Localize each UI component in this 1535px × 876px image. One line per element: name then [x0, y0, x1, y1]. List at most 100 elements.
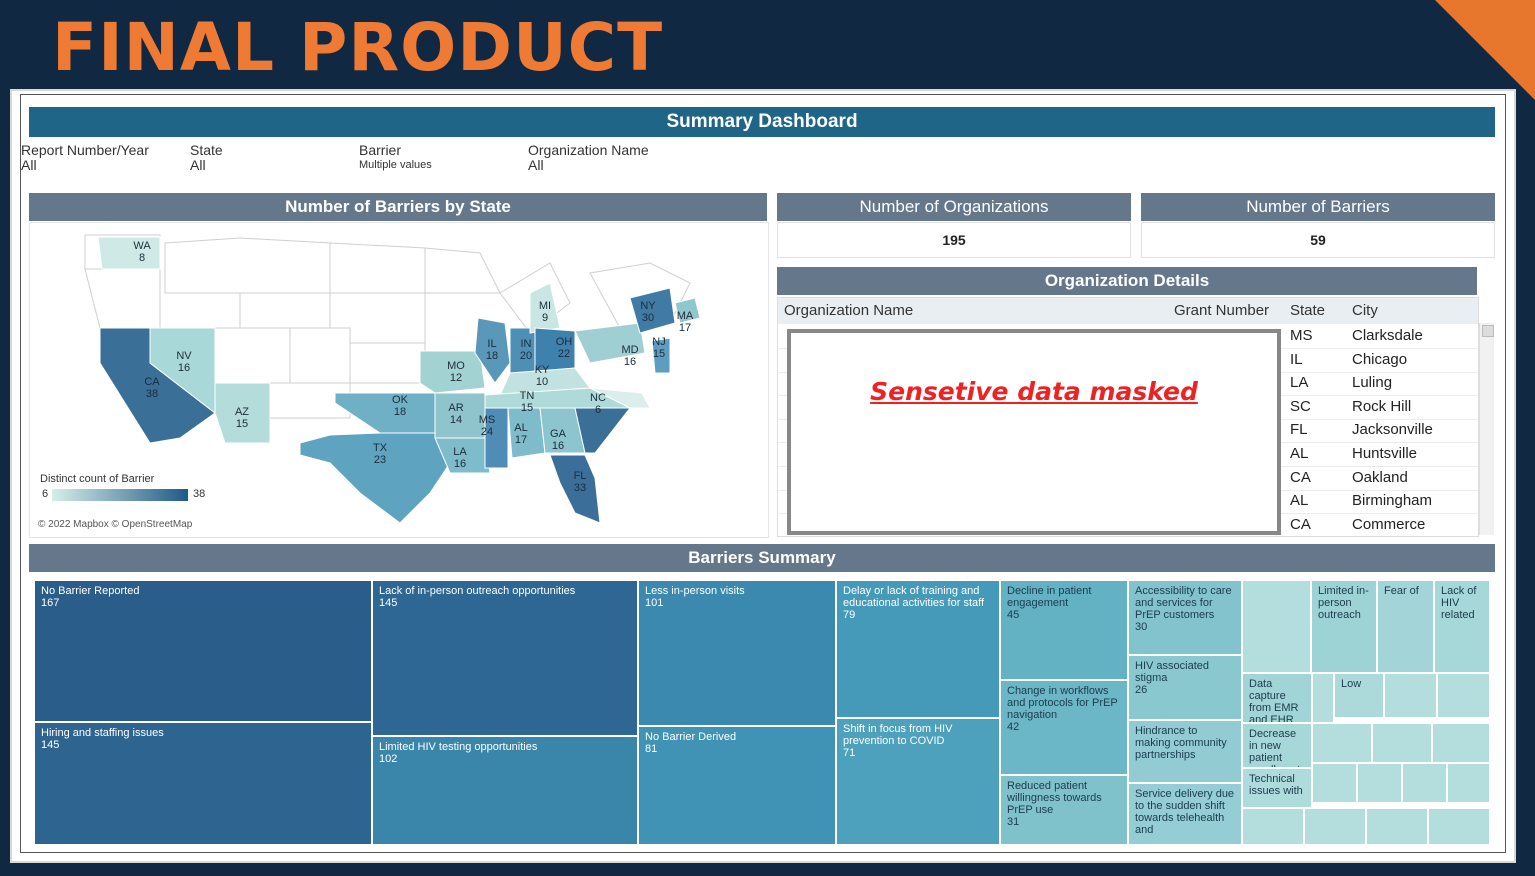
state-code-ny: NY [640, 300, 656, 312]
treemap-tile[interactable]: No Barrier Derived 81 [638, 726, 836, 845]
state-value-ar: 14 [450, 414, 462, 426]
treemap-tile[interactable]: Accessibility to care and services for P… [1128, 580, 1242, 655]
tile-label: Lack of in-person outreach opportunities [379, 585, 576, 597]
treemap-tile[interactable]: Reduced patient willingness towards PrEP… [1000, 775, 1128, 845]
state-code-il: IL [487, 338, 496, 350]
treemap-tile[interactable]: Limited in-person outreach [1311, 580, 1377, 673]
state-value-la: 16 [454, 458, 466, 470]
map-credit[interactable]: © 2022 Mapbox © OpenStreetMap [38, 519, 192, 530]
treemap-tile[interactable]: Decrease in new patient enrollment [1242, 723, 1312, 768]
treemap-tile[interactable]: Less in-person visits 101 [638, 580, 836, 726]
state-code-ca: CA [144, 376, 160, 388]
tile-value: 71 [843, 747, 856, 759]
treemap-tile-small[interactable] [1402, 763, 1447, 803]
treemap-tile[interactable]: Lack of HIV related [1434, 580, 1490, 673]
state-value-ca: 38 [146, 388, 158, 400]
cell-city: Chicago [1352, 351, 1408, 368]
filter-report-number[interactable]: Report Number/Year All [21, 143, 149, 173]
scrollbar-thumb[interactable] [1482, 325, 1494, 337]
treemap-tile[interactable]: Technical issues with [1242, 768, 1312, 808]
cell-city: Rock Hill [1352, 398, 1412, 415]
state-code-ky: KY [535, 364, 550, 376]
treemap-tile-small[interactable] [1242, 808, 1304, 845]
treemap-tile-small[interactable] [1312, 723, 1372, 763]
cell-state: AL [1290, 492, 1309, 509]
cell-state: MS [1290, 327, 1313, 344]
filter-state[interactable]: State All [190, 143, 223, 173]
treemap-tile[interactable]: Change in workflows and protocols for Pr… [1000, 680, 1128, 775]
treemap-tile[interactable]: Hindrance to making community partnershi… [1128, 720, 1242, 783]
treemap-tile[interactable]: No Barrier Reported 167 [34, 580, 372, 722]
barriers-treemap[interactable]: No Barrier Reported 167 Hiring and staffin… [34, 580, 1490, 845]
treemap-tile-small[interactable] [1304, 808, 1366, 845]
treemap-tile[interactable]: Service delivery due to the sudden shift… [1128, 783, 1242, 845]
treemap-tile[interactable]: Fear of [1377, 580, 1434, 673]
column-grant-number[interactable]: Grant Number [1174, 298, 1269, 324]
dashboard-canvas: Summary Dashboard Report Number/Year All… [20, 94, 1506, 853]
state-value-oh: 22 [558, 348, 570, 360]
treemap-tile-small[interactable] [1242, 580, 1311, 673]
state-value-nc: 6 [595, 404, 601, 416]
state-value-ga: 16 [552, 440, 564, 452]
cell-city: Commerce [1352, 516, 1426, 533]
state-value-mo: 12 [450, 372, 462, 384]
filter-value[interactable]: All [190, 158, 223, 173]
column-state[interactable]: State [1290, 298, 1325, 324]
kpi-organizations-value: 195 [777, 222, 1131, 258]
tile-value: 42 [1007, 721, 1020, 733]
map-title: Number of Barriers by State [29, 193, 767, 221]
tile-value: 145 [379, 597, 398, 609]
state-code-la: LA [453, 446, 467, 458]
cell-city: Huntsville [1352, 445, 1418, 462]
barriers-by-state-map[interactable]: WA 8 NV 16 CA 38 AZ 15 OK 18 TX 23 MO 12 AR 14 LA 16 MS 24 I… [29, 222, 769, 538]
cell-state: CA [1290, 516, 1311, 533]
tile-label: Limited HIV testing opportunities [379, 741, 538, 753]
state-value-ms: 24 [481, 426, 493, 438]
treemap-tile-small[interactable] [1428, 808, 1490, 845]
treemap-tile-small[interactable] [1447, 763, 1490, 803]
state-value-az: 15 [236, 418, 248, 430]
tile-label: No Barrier Derived [645, 731, 737, 743]
tile-label: Low [1341, 678, 1362, 690]
tile-label: Data capture from EMR and EHR [1249, 678, 1299, 723]
treemap-tile-small[interactable] [1366, 808, 1428, 845]
column-organization-name[interactable]: Organization Name [784, 298, 913, 324]
filter-value[interactable]: All [21, 158, 149, 173]
treemap-tile[interactable]: Low [1334, 673, 1384, 718]
tile-label: Hindrance to making community partnershi… [1135, 725, 1227, 761]
kpi-barriers-label: Number of Barriers [1141, 193, 1495, 221]
treemap-tile[interactable]: Data capture from EMR and EHR [1242, 673, 1312, 723]
map-legend-gradient [52, 489, 188, 501]
treemap-tile[interactable]: Delay or lack of training and educationa… [836, 580, 1000, 718]
filter-organization-name[interactable]: Organization Name All [528, 143, 649, 173]
treemap-tile-small[interactable] [1437, 673, 1490, 718]
treemap-tile-small[interactable] [1312, 673, 1334, 723]
treemap-tile-small[interactable] [1372, 723, 1432, 763]
tile-label: Less in-person visits [645, 585, 745, 597]
treemap-tile[interactable]: Hiring and staffing issues 145 [34, 722, 372, 845]
treemap-tile[interactable]: Decline in patient engagement 45 [1000, 580, 1128, 680]
treemap-tile-small[interactable] [1384, 673, 1437, 718]
tile-value: 45 [1007, 609, 1020, 621]
state-code-mo: MO [447, 360, 465, 372]
treemap-tile-small[interactable] [1312, 763, 1357, 803]
column-city[interactable]: City [1352, 298, 1378, 324]
treemap-tile-small[interactable] [1432, 723, 1490, 763]
treemap-tile[interactable]: Limited HIV testing opportunities 102 [372, 736, 638, 845]
state-value-fl: 33 [574, 482, 586, 494]
state-value-al: 17 [515, 434, 527, 446]
state-code-oh: OH [556, 336, 573, 348]
state-code-in: IN [521, 338, 532, 350]
cell-city: Luling [1352, 374, 1393, 391]
treemap-tile[interactable]: Shift in focus from HIV prevention to CO… [836, 718, 1000, 845]
treemap-tile[interactable]: Lack of in-person outreach opportunities… [372, 580, 638, 736]
table-scrollbar[interactable] [1479, 323, 1494, 535]
filter-value[interactable]: All [528, 158, 649, 173]
treemap-tile[interactable]: HIV associated stigma 26 [1128, 655, 1242, 720]
state-code-ok: OK [392, 394, 409, 406]
tile-label: Hiring and staffing issues [41, 727, 164, 739]
filter-barrier[interactable]: Barrier Multiple values [359, 143, 432, 173]
corner-accent [1435, 0, 1535, 100]
treemap-tile-small[interactable] [1357, 763, 1402, 803]
filter-value[interactable]: Multiple values [359, 158, 432, 173]
